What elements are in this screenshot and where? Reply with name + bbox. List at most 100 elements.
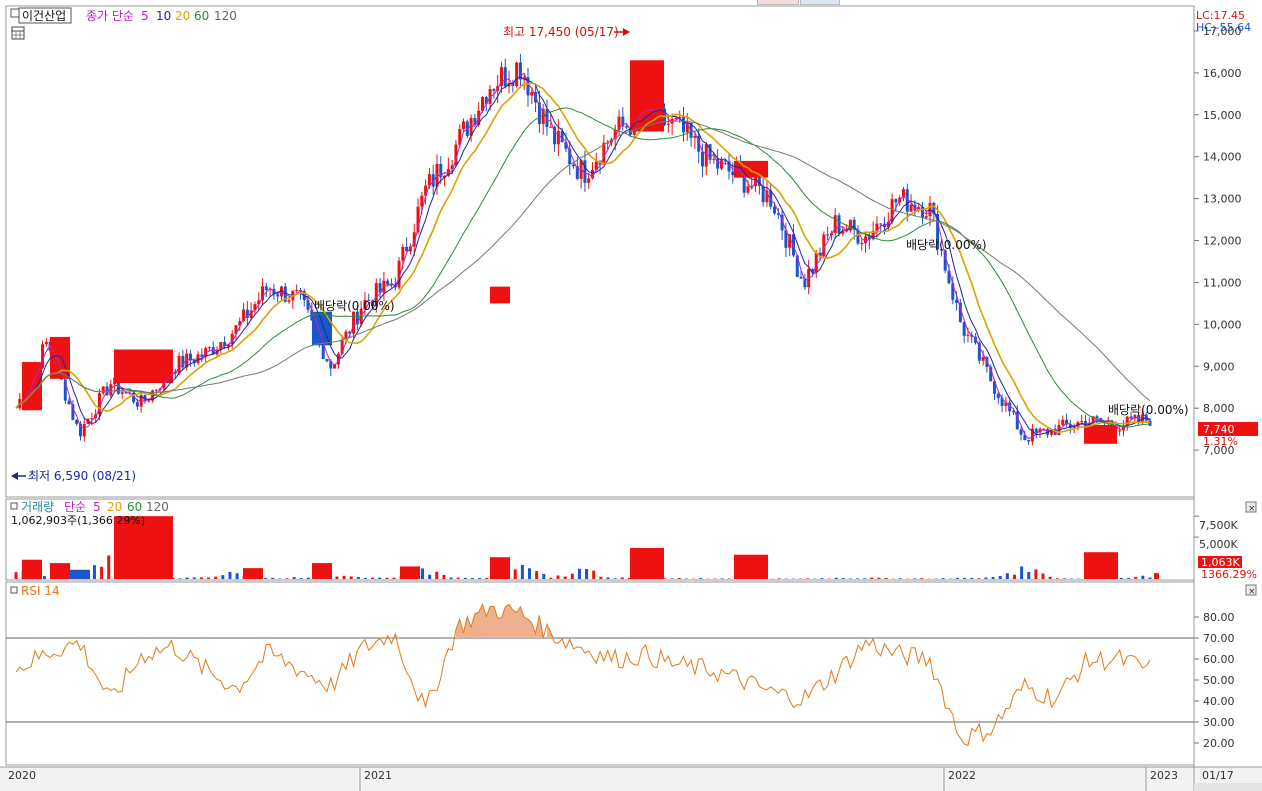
x-label-2020: 2020 — [8, 769, 36, 782]
svg-text:×: × — [1248, 504, 1256, 514]
candle-body — [462, 121, 466, 130]
volume-bar — [528, 568, 532, 579]
candle-body — [207, 347, 211, 349]
volume-bar — [199, 577, 203, 579]
candle-body — [909, 204, 913, 212]
candle-body — [549, 126, 553, 128]
candle-body — [981, 357, 985, 361]
candle-body-large — [1084, 424, 1117, 444]
volume-ma-60: 60 — [127, 500, 142, 514]
volume-bar — [478, 578, 482, 579]
volume-bar — [292, 577, 296, 579]
candle-body — [518, 62, 522, 80]
candle-body — [837, 215, 841, 234]
volume-bar — [107, 555, 111, 579]
candle-body — [1027, 440, 1031, 442]
volume-bar — [699, 578, 703, 579]
rsi-title: RSI 14 — [21, 584, 60, 598]
volume-bar — [963, 578, 967, 579]
volume-bar — [677, 578, 681, 579]
calendar-icon[interactable] — [11, 26, 25, 40]
volume-bar — [428, 574, 432, 579]
candle-body — [177, 355, 181, 374]
volume-bar-large — [1084, 552, 1118, 579]
volume-bar — [841, 578, 845, 579]
volume-bar — [984, 577, 988, 579]
price-axis: 17,000 16,000 15,000 14,000 13,000 12,000 11,0… — [1194, 25, 1242, 457]
volume-bar — [92, 565, 96, 579]
volume-toggle-icon[interactable] — [10, 502, 18, 510]
candle-body — [1118, 430, 1122, 432]
price-tick-label: 17,000 — [1203, 25, 1242, 38]
volume-info: 1,062,903주(1,366.29%) — [11, 514, 145, 527]
price-tick-label: 14,000 — [1203, 151, 1242, 164]
volume-bar — [14, 572, 18, 579]
candle-body — [1034, 428, 1038, 433]
candle-body — [120, 392, 124, 394]
dividend-label-2: 배당락(0.00%) — [906, 238, 987, 252]
rsi-close-icon[interactable]: × — [1245, 584, 1257, 597]
volume-bar — [1041, 573, 1045, 579]
candle-body — [264, 286, 268, 290]
candle-body — [82, 423, 86, 437]
candle-body — [389, 284, 393, 286]
volume-bar — [856, 578, 860, 579]
volume-bar — [556, 575, 560, 579]
candle-body — [860, 243, 864, 245]
stock-name: 이건산업 — [22, 9, 66, 23]
candle-body — [1019, 429, 1023, 435]
candle-body — [295, 290, 299, 292]
ma-period-120: 120 — [214, 9, 237, 23]
volume-bar — [1034, 569, 1038, 579]
candle-body — [700, 151, 704, 167]
candle-body — [879, 223, 883, 225]
volume-bar — [1141, 575, 1145, 579]
candle-body — [405, 246, 409, 252]
x-axis-bar — [0, 767, 1262, 791]
candle-body-large — [630, 60, 664, 132]
volume-close-icon[interactable]: × — [1245, 501, 1257, 514]
candle-body — [101, 386, 105, 394]
volume-bar — [306, 577, 310, 579]
volume-bar — [870, 577, 874, 579]
volume-bar — [385, 577, 389, 579]
min-price-label: 최저 6,590 (08/21) — [28, 469, 136, 483]
volume-current-pct: 1366.29% — [1201, 568, 1257, 581]
price-tick-label: 8,000 — [1203, 402, 1235, 415]
volume-bar-large — [1154, 573, 1159, 579]
candle-body-large — [490, 286, 510, 304]
candle-body — [44, 341, 48, 345]
volume-ma-20: 20 — [107, 500, 122, 514]
candle-body — [1061, 419, 1065, 425]
volume-bar — [998, 575, 1002, 579]
scrollbar[interactable] — [1194, 783, 1262, 791]
candle-body — [731, 171, 735, 176]
volume-bar-large — [400, 566, 420, 579]
volume-bar-large — [22, 559, 42, 579]
volume-bar — [363, 578, 367, 579]
volume-bar — [577, 568, 581, 579]
volume-bar — [235, 573, 239, 579]
volume-bar — [435, 571, 439, 579]
candle-body — [966, 334, 970, 336]
volume-bar — [898, 578, 902, 579]
volume-panel — [5, 498, 1195, 581]
volume-bar — [920, 578, 924, 579]
candle-body — [492, 89, 496, 91]
candle-body — [924, 216, 928, 218]
volume-bar — [542, 573, 546, 579]
volume-bar-large — [734, 554, 768, 579]
volume-bar — [1148, 577, 1152, 579]
volume-bar — [100, 566, 104, 579]
ma-period-20: 20 — [175, 9, 190, 23]
volume-bar — [485, 577, 489, 579]
rsi-toggle-icon[interactable] — [10, 586, 18, 594]
volume-bar — [463, 577, 467, 579]
volume-bar-large — [630, 548, 664, 579]
volume-bar — [863, 578, 867, 579]
volume-bar — [592, 570, 596, 579]
volume-ma-5: 5 — [93, 500, 101, 514]
volume-bar — [1134, 576, 1138, 579]
candle-body — [1095, 416, 1099, 419]
price-tick-label: 15,000 — [1203, 109, 1242, 122]
